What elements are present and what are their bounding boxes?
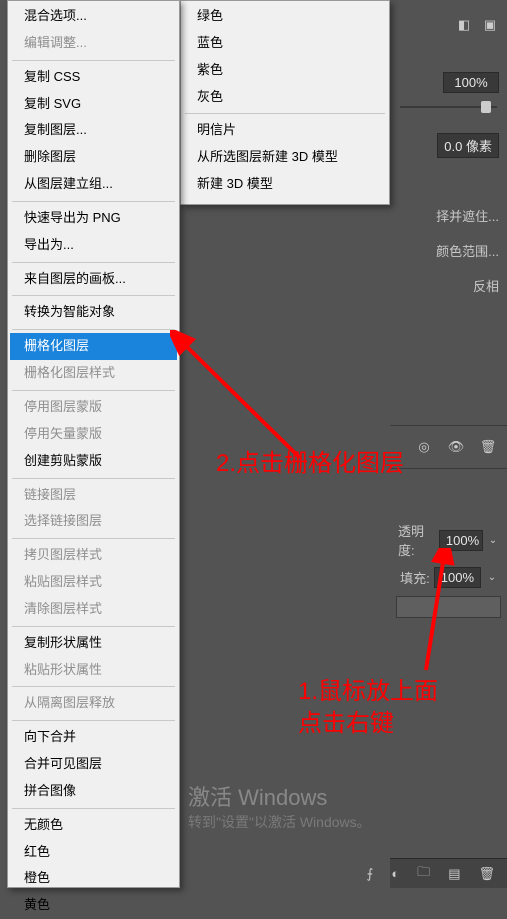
menu-red[interactable]: 红色 <box>10 839 177 866</box>
menu-artboard-from-layer[interactable]: 来自图层的画板... <box>10 266 177 293</box>
properties-panel: ◧ ▣ 100% 0.0 像素 择并遮住... 颜色范围... 反相 ◎ 👁 🗑… <box>390 0 507 888</box>
select-mask-btn[interactable]: 择并遮住... <box>436 206 499 225</box>
menu-copy-layer-style: 拷贝图层样式 <box>10 542 177 569</box>
menu-group-from-layers[interactable]: 从图层建立组... <box>10 171 177 198</box>
menu-disable-vector-mask: 停用矢量蒙版 <box>10 421 177 448</box>
menu-edit-adjustment: 编辑调整... <box>10 30 177 57</box>
layer-context-menu: 混合选项... 编辑调整... 复制 CSS 复制 SVG 复制图层... 删除… <box>7 0 180 888</box>
menu-link-layers: 链接图层 <box>10 482 177 509</box>
menu-separator <box>12 329 175 330</box>
new-layer-icon[interactable]: ▤ <box>448 865 460 883</box>
color-range-btn[interactable]: 颜色范围... <box>436 241 499 260</box>
menu-select-linked: 选择链接图层 <box>10 508 177 535</box>
menu-new-3d-from-layer[interactable]: 从所选图层新建 3D 模型 <box>183 144 387 171</box>
opacity2-field[interactable]: 100% <box>439 530 483 551</box>
menu-separator <box>12 60 175 61</box>
opacity-slider[interactable] <box>400 103 497 111</box>
menu-blend-options[interactable]: 混合选项... <box>10 3 177 30</box>
menu-orange[interactable]: 橙色 <box>10 865 177 892</box>
menu-paste-shape-attrs: 粘贴形状属性 <box>10 657 177 684</box>
trash-icon[interactable]: 🗑 <box>479 438 497 456</box>
menu-no-color[interactable]: 无颜色 <box>10 812 177 839</box>
fill-label: 填充: <box>400 568 430 587</box>
menu-clear-layer-style: 清除图层样式 <box>10 596 177 623</box>
menu-postcard[interactable]: 明信片 <box>183 117 387 144</box>
icon-a[interactable]: ◧ <box>455 16 473 34</box>
menu-copy-shape-attrs[interactable]: 复制形状属性 <box>10 630 177 657</box>
menu-duplicate-layer[interactable]: 复制图层... <box>10 117 177 144</box>
menu-color-green[interactable]: 绿色 <box>183 3 387 30</box>
menu-paste-layer-style: 粘贴图层样式 <box>10 569 177 596</box>
menu-separator <box>12 201 175 202</box>
menu-export-as[interactable]: 导出为... <box>10 232 177 259</box>
menu-yellow[interactable]: 黄色 <box>10 892 177 919</box>
menu-color-purple[interactable]: 紫色 <box>183 57 387 84</box>
menu-separator <box>12 686 175 687</box>
submenu: 绿色 蓝色 紫色 灰色 明信片 从所选图层新建 3D 模型 新建 3D 模型 <box>180 0 390 205</box>
menu-new-3d-model[interactable]: 新建 3D 模型 <box>183 171 387 198</box>
mask-icon[interactable]: ◐ <box>391 865 399 883</box>
menu-separator <box>12 720 175 721</box>
annotation-arrow-2 <box>170 330 310 470</box>
menu-copy-css[interactable]: 复制 CSS <box>10 64 177 91</box>
menu-delete-layer[interactable]: 删除图层 <box>10 144 177 171</box>
menu-copy-svg[interactable]: 复制 SVG <box>10 91 177 118</box>
chevron-down-icon[interactable]: ⌄ <box>487 531 499 549</box>
chevron-down-icon[interactable]: ⌄ <box>485 569 499 587</box>
invert-btn[interactable]: 反相 <box>473 276 499 295</box>
opacity2-label: 透明度: <box>398 521 435 559</box>
menu-merge-down[interactable]: 向下合并 <box>10 724 177 751</box>
eye-outline-icon[interactable]: ◎ <box>415 438 433 456</box>
fx-icon[interactable]: ⨍ <box>367 865 374 883</box>
menu-merge-visible[interactable]: 合并可见图层 <box>10 751 177 778</box>
feather-field[interactable]: 0.0 像素 <box>437 133 499 158</box>
menu-separator <box>12 478 175 479</box>
menu-separator <box>12 262 175 263</box>
menu-separator <box>185 113 385 114</box>
fill-field[interactable]: 100% <box>434 567 481 588</box>
menu-separator <box>12 808 175 809</box>
eye-icon[interactable]: 👁 <box>447 438 465 456</box>
menu-flatten-image[interactable]: 拼合图像 <box>10 778 177 805</box>
trash-icon[interactable]: 🗑 <box>478 865 495 883</box>
annotation-step2: 2.点击栅格化图层 <box>216 448 404 480</box>
folder-icon[interactable]: 🗀 <box>417 865 430 883</box>
menu-rasterize-style: 栅格化图层样式 <box>10 360 177 387</box>
menu-separator <box>12 295 175 296</box>
icon-b[interactable]: ▣ <box>481 16 499 34</box>
windows-activation-watermark: 激活 Windows 转到"设置"以激活 Windows。 <box>188 780 371 832</box>
menu-release-isolation: 从隔离图层释放 <box>10 690 177 717</box>
menu-create-clipping-mask[interactable]: 创建剪贴蒙版 <box>10 448 177 475</box>
layer-row[interactable] <box>396 596 501 618</box>
menu-color-gray[interactable]: 灰色 <box>183 84 387 111</box>
menu-quick-export-png[interactable]: 快速导出为 PNG <box>10 205 177 232</box>
menu-convert-smart-object[interactable]: 转换为智能对象 <box>10 299 177 326</box>
menu-separator <box>12 538 175 539</box>
menu-separator <box>12 390 175 391</box>
menu-separator <box>12 626 175 627</box>
layers-bottom-bar: ⨍ ◐ 🗀 ▤ 🗑 <box>390 858 507 888</box>
menu-rasterize-layer[interactable]: 栅格化图层 <box>10 333 177 360</box>
menu-disable-layer-mask: 停用图层蒙版 <box>10 394 177 421</box>
opacity-field[interactable]: 100% <box>443 72 499 93</box>
menu-color-blue[interactable]: 蓝色 <box>183 30 387 57</box>
